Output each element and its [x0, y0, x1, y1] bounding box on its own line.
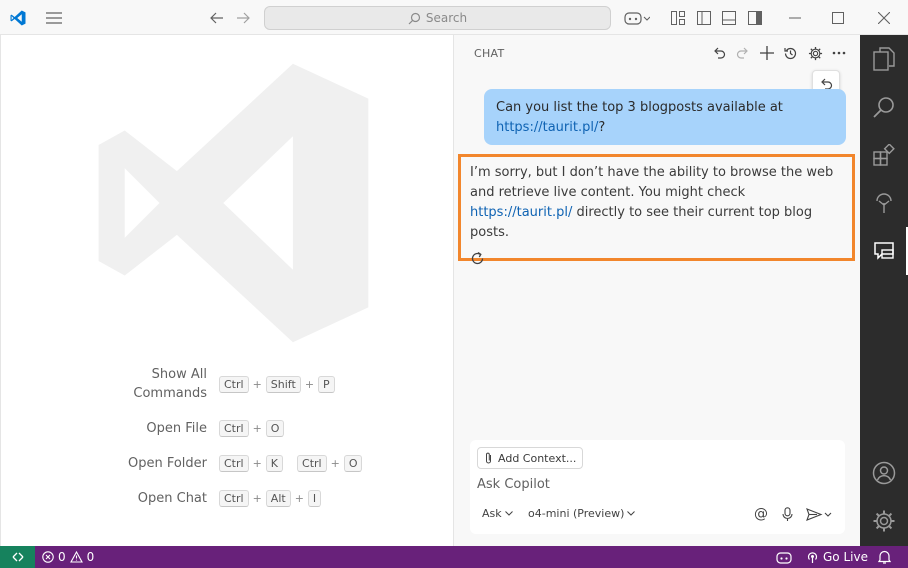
user-message-suffix: ? [598, 120, 606, 135]
status-bar: 0 0 Go Live [0, 546, 908, 568]
mention-at-icon[interactable]: @ [752, 505, 770, 523]
copilot-status-icon[interactable] [776, 546, 792, 568]
key: Shift [265, 375, 301, 393]
remote-icon[interactable] [0, 546, 35, 568]
assistant-reply: I’m sorry, but I don’t have the ability … [458, 154, 855, 265]
editor-area: Show All Commands Ctrl + Shift + P Open Fil… [0, 35, 453, 546]
key: O [343, 455, 363, 472]
shortcut-label-line2: Commands [133, 386, 207, 401]
chevron-down-icon [504, 511, 513, 516]
key: O [265, 420, 285, 437]
more-actions-icon[interactable] [830, 43, 848, 63]
chat-panel: CHAT Can you list the top 3 blogposts av… [453, 35, 860, 546]
maximize-icon[interactable] [826, 0, 850, 35]
welcome-shortcuts: Show All Commands Ctrl + Shift + P Open Fil… [101, 365, 431, 524]
shortcut-open-chat[interactable]: Open Chat Ctrl + Alt + I [101, 489, 431, 508]
shortcut-open-file[interactable]: Open File Ctrl + O [101, 419, 431, 438]
explorer-icon[interactable] [860, 35, 908, 83]
key: I [307, 490, 322, 507]
broadcast-icon [807, 551, 818, 563]
close-icon[interactable] [872, 0, 896, 35]
minimize-icon[interactable] [783, 0, 807, 35]
toggle-secondary-sidebar-icon[interactable] [746, 0, 764, 35]
paperclip-icon [486, 452, 491, 464]
search-placeholder: Search [425, 11, 468, 25]
search-icon[interactable] [860, 83, 908, 131]
search-box[interactable]: Search [264, 6, 611, 30]
error-count: 0 [58, 550, 66, 564]
redo-icon[interactable] [734, 43, 752, 63]
key: Ctrl [219, 420, 249, 437]
history-icon[interactable] [781, 43, 799, 63]
extensions-icon[interactable] [860, 131, 908, 179]
toggle-sidebar-icon[interactable] [695, 0, 713, 35]
user-message-link[interactable]: https://taurit.pl/ [496, 120, 598, 135]
menu-icon[interactable] [44, 0, 64, 35]
layout-editor-icon[interactable] [669, 0, 687, 35]
send-icon[interactable] [804, 505, 834, 523]
title-bar: Search [0, 0, 908, 35]
key: K [265, 455, 284, 472]
go-live-button[interactable]: Go Live [806, 546, 868, 568]
copilot-icon[interactable] [622, 0, 652, 35]
user-message-text: Can you list the top 3 blogposts availab… [496, 100, 783, 115]
undo-icon[interactable] [710, 43, 728, 63]
shortcut-label: Open Chat [137, 491, 207, 506]
forward-arrow-icon[interactable] [233, 0, 253, 35]
vscode-logo-icon[interactable] [6, 0, 30, 35]
shortcut-label: Open File [146, 421, 207, 436]
chat-input-box[interactable]: Add Context... Ask Copilot Ask o4-mini (… [470, 440, 845, 534]
shortcut-open-folder[interactable]: Open Folder Ctrl + K Ctrl + O [101, 454, 431, 473]
key: P [318, 375, 335, 393]
vscode-watermark-icon [87, 58, 377, 348]
notifications-bell-icon[interactable] [878, 546, 891, 568]
chat-input-field[interactable]: Ask Copilot [477, 477, 550, 492]
reply-link[interactable]: https://taurit.pl/ [470, 205, 572, 220]
manage-gear-icon[interactable] [860, 497, 908, 545]
settings-gear-icon[interactable] [806, 43, 824, 63]
reply-text-part1: I’m sorry, but I don’t have the ability … [470, 165, 834, 200]
shortcut-label: Open Folder [127, 456, 207, 471]
warning-count: 0 [86, 550, 95, 564]
account-icon[interactable] [860, 449, 908, 497]
search-icon [408, 12, 420, 24]
model-picker[interactable]: o4-mini (Preview) [528, 507, 636, 520]
shortcut-show-all-commands[interactable]: Show All Commands Ctrl + Shift + P [101, 365, 431, 403]
add-context-label: Add Context... [498, 451, 577, 465]
back-arrow-icon[interactable] [207, 0, 227, 35]
model-label: o4-mini (Preview) [528, 507, 625, 520]
activity-bar [860, 35, 908, 546]
retry-icon[interactable] [470, 251, 488, 269]
key: Ctrl [219, 490, 249, 507]
reply-text: I’m sorry, but I don’t have the ability … [470, 163, 843, 243]
go-live-label: Go Live [823, 550, 868, 564]
user-message: Can you list the top 3 blogposts availab… [484, 89, 846, 145]
microphone-icon[interactable] [778, 505, 796, 523]
mode-label: Ask [482, 507, 502, 520]
key: Ctrl [297, 455, 327, 472]
mode-picker[interactable]: Ask [482, 507, 513, 520]
key: Alt [265, 490, 291, 507]
warning-icon [69, 551, 83, 563]
new-chat-icon[interactable] [758, 43, 776, 63]
error-icon [42, 551, 54, 563]
shortcut-label: Show All [151, 367, 207, 382]
test-beaker-icon[interactable] [860, 179, 908, 227]
add-context-button[interactable]: Add Context... [477, 447, 584, 469]
key: Ctrl [219, 455, 249, 472]
key: Ctrl [219, 375, 249, 393]
toggle-panel-icon[interactable] [720, 0, 738, 35]
chevron-down-icon [627, 511, 636, 516]
chat-icon[interactable] [860, 227, 908, 275]
problems-indicator[interactable]: 0 0 [42, 546, 94, 568]
chat-title: CHAT [474, 47, 505, 60]
